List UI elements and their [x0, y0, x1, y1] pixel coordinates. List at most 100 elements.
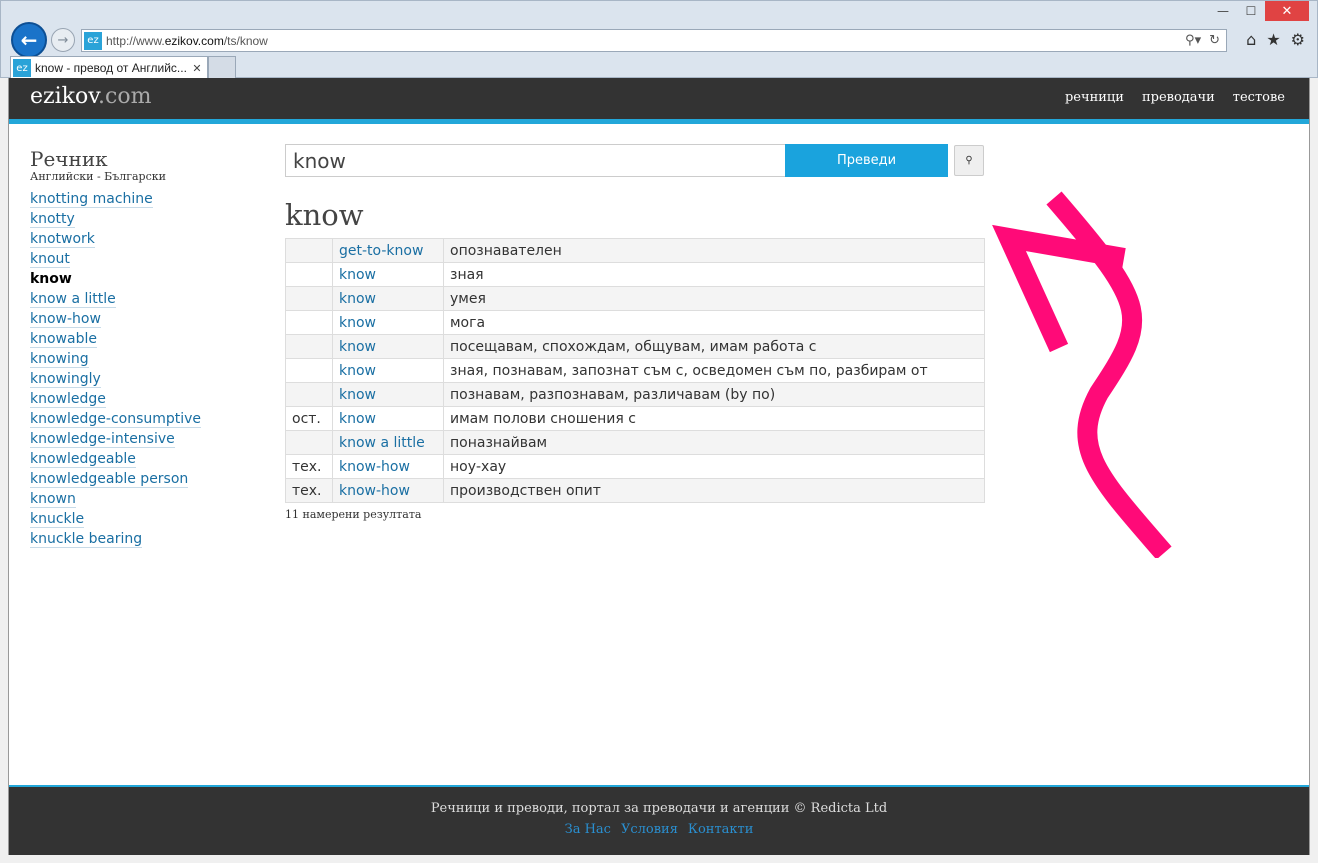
sidebar-word-item[interactable]: knotwork: [30, 229, 260, 249]
search-input[interactable]: [285, 144, 785, 177]
result-word-link[interactable]: know: [339, 267, 376, 283]
sidebar-word-item[interactable]: knowledge-consumptive: [30, 409, 260, 429]
translate-button[interactable]: Преведи: [785, 144, 948, 177]
result-translation: зная, познавам, запознат съм с, осведоме…: [443, 358, 985, 383]
sidebar-word-item[interactable]: know: [30, 269, 260, 289]
sidebar-word-item[interactable]: knowingly: [30, 369, 260, 389]
site-header: ezikov.com речници преводачи тестове: [9, 78, 1309, 124]
sidebar-word-item[interactable]: know a little: [30, 289, 260, 309]
sidebar-word-item[interactable]: knotty: [30, 209, 260, 229]
footer-link-terms[interactable]: Условия: [621, 822, 678, 837]
result-translation: поназнайвам: [443, 430, 985, 455]
result-word-cell: know: [332, 334, 444, 359]
sidebar-word-link[interactable]: knowledge: [30, 391, 106, 408]
result-word-cell: know: [332, 262, 444, 287]
sidebar-word-link[interactable]: knowingly: [30, 371, 101, 388]
site-favicon-icon: ez: [84, 31, 102, 50]
sidebar-word-link[interactable]: knowledge-intensive: [30, 431, 175, 448]
settings-gear-icon[interactable]: ⚙: [1291, 30, 1305, 49]
result-translation: производствен опит: [443, 478, 985, 503]
result-word-link[interactable]: know-how: [339, 459, 410, 475]
result-word-cell: know: [332, 310, 444, 335]
nav-dictionaries[interactable]: речници: [1065, 90, 1124, 105]
footer-link-contacts[interactable]: Контакти: [688, 822, 753, 837]
sidebar-word-link[interactable]: knowable: [30, 331, 97, 348]
nav-tests[interactable]: тестове: [1233, 90, 1285, 105]
sidebar-word-link[interactable]: knuckle: [30, 511, 85, 528]
url-text[interactable]: http://www.ezikov.com/ts/know: [106, 34, 1185, 48]
close-window-icon[interactable]: ✕: [1265, 1, 1309, 21]
result-word-link[interactable]: know: [339, 387, 376, 403]
sidebar-word-item[interactable]: knowable: [30, 329, 260, 349]
sidebar-word-link[interactable]: know a little: [30, 291, 116, 308]
sidebar-word-link[interactable]: knout: [30, 251, 70, 268]
sidebar-word-link[interactable]: knowledge-consumptive: [30, 411, 202, 428]
result-note: [285, 382, 333, 407]
new-tab-button[interactable]: [208, 56, 236, 79]
sidebar-word-item[interactable]: knowledge-intensive: [30, 429, 260, 449]
result-word-link[interactable]: know: [339, 411, 376, 427]
sidebar-word-item[interactable]: knowledge: [30, 389, 260, 409]
sidebar-word-link[interactable]: know-how: [30, 311, 101, 328]
sidebar-word-item[interactable]: knowing: [30, 349, 260, 369]
address-bar[interactable]: ez http://www.ezikov.com/ts/know ⚲▾ ↻: [81, 29, 1227, 52]
sidebar-word-item[interactable]: know-how: [30, 309, 260, 329]
result-translation: опознавателен: [443, 238, 985, 263]
sidebar-word-item[interactable]: knowledgeable: [30, 449, 260, 469]
sidebar-word-item[interactable]: knuckle bearing: [30, 529, 260, 549]
table-row: ост. know имам полови сношения с: [285, 406, 985, 431]
result-word-link[interactable]: know: [339, 315, 376, 331]
sidebar-word-link[interactable]: knowledgeable person: [30, 471, 189, 488]
result-word-link[interactable]: know: [339, 339, 376, 355]
site-logo[interactable]: ezikov.com: [30, 84, 151, 109]
result-word-cell: know a little: [332, 430, 444, 455]
result-word-cell: know-how: [332, 478, 444, 503]
sidebar-title: Речник: [30, 147, 108, 171]
sidebar-word-link[interactable]: known: [30, 491, 76, 508]
minimize-icon[interactable]: —: [1209, 1, 1237, 21]
annotation-arrow-icon: [992, 191, 1172, 558]
favorites-star-icon[interactable]: ★: [1266, 30, 1280, 49]
result-note: [285, 238, 333, 263]
search-dropdown-icon[interactable]: ⚲▾: [1185, 33, 1201, 48]
back-arrow-icon[interactable]: ←: [11, 22, 47, 58]
table-row: know посещавам, спохождам, общувам, имам …: [285, 334, 985, 359]
sidebar-word-item[interactable]: knowledgeable person: [30, 469, 260, 489]
sidebar-word-item[interactable]: known: [30, 489, 260, 509]
web-page: ezikov.com речници преводачи тестове Реч…: [8, 78, 1310, 855]
result-note: тех.: [285, 454, 333, 479]
sidebar-word-link[interactable]: knotty: [30, 211, 75, 228]
result-word-link[interactable]: get-to-know: [339, 243, 423, 259]
sidebar-subtitle: Английски - Български: [30, 170, 166, 183]
search-icon[interactable]: ⚲: [954, 145, 984, 176]
sidebar-word-item[interactable]: knuckle: [30, 509, 260, 529]
result-word-link[interactable]: know a little: [339, 435, 425, 451]
results-count: 11 намерени резултата: [285, 508, 422, 521]
footer-link-about[interactable]: За Нас: [565, 822, 611, 837]
sidebar-word-link[interactable]: knuckle bearing: [30, 531, 143, 548]
sidebar-word-link[interactable]: knowing: [30, 351, 89, 368]
table-row: тех. know-how производствен опит: [285, 478, 985, 503]
result-word-cell: know: [332, 286, 444, 311]
maximize-icon[interactable]: ☐: [1237, 1, 1265, 21]
table-row: know a little поназнайвам: [285, 430, 985, 455]
sidebar-word-link[interactable]: knotwork: [30, 231, 95, 248]
home-icon[interactable]: ⌂: [1246, 30, 1256, 49]
tab-title: know - превод от Английс...: [35, 61, 187, 75]
browser-tab[interactable]: ez know - превод от Английс... ✕: [10, 56, 208, 79]
result-word-link[interactable]: know: [339, 363, 376, 379]
sidebar-word-link[interactable]: knowledgeable: [30, 451, 136, 468]
sidebar-word-item[interactable]: knout: [30, 249, 260, 269]
result-translation: познавам, разпознавам, различавам (by по…: [443, 382, 985, 407]
forward-arrow-icon[interactable]: →: [51, 28, 75, 52]
sidebar-word-link[interactable]: know: [30, 271, 72, 287]
refresh-icon[interactable]: ↻: [1209, 33, 1220, 48]
sidebar-word-link[interactable]: knotting machine: [30, 191, 153, 208]
window-controls: — ☐ ✕: [1209, 1, 1309, 21]
sidebar-word-item[interactable]: knotting machine: [30, 189, 260, 209]
site-footer: Речници и преводи, портал за преводачи и…: [9, 785, 1309, 855]
result-word-link[interactable]: know: [339, 291, 376, 307]
result-word-link[interactable]: know-how: [339, 483, 410, 499]
tab-close-icon[interactable]: ✕: [190, 62, 204, 75]
nav-translators[interactable]: преводачи: [1142, 90, 1215, 105]
